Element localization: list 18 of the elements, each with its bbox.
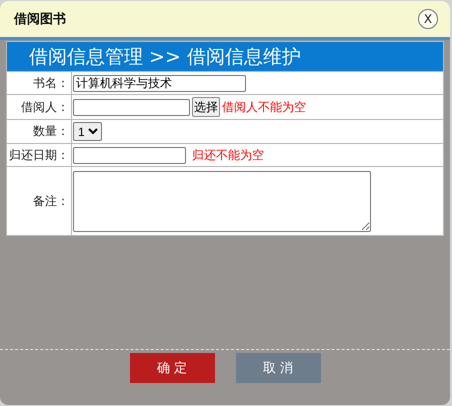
book-name-field[interactable]: 计算机科学与技术	[73, 74, 246, 92]
field-label: 书名：	[7, 72, 72, 94]
dialog-title: 借阅图书	[14, 11, 66, 28]
notes-field[interactable]	[73, 170, 371, 232]
error-message: 归还不能为空	[190, 146, 264, 164]
error-message: 借阅人不能为空	[222, 98, 306, 116]
select-button[interactable]: 选择	[192, 97, 220, 117]
field-label: 借阅人：	[7, 95, 72, 119]
return-date-field[interactable]	[73, 146, 186, 164]
close-button[interactable]: X	[418, 9, 438, 29]
page-header: 借阅信息管理 >> 借阅信息维护	[7, 42, 443, 71]
quantity-select[interactable]: 1	[73, 122, 102, 141]
cancel-button[interactable]: 取 消	[236, 353, 320, 383]
borrower-field[interactable]	[73, 98, 190, 116]
field-label: 归还日期：	[7, 144, 72, 166]
confirm-button[interactable]: 确 定	[130, 353, 214, 383]
field-label: 备注：	[7, 167, 72, 235]
field-label: 数量：	[7, 120, 72, 143]
